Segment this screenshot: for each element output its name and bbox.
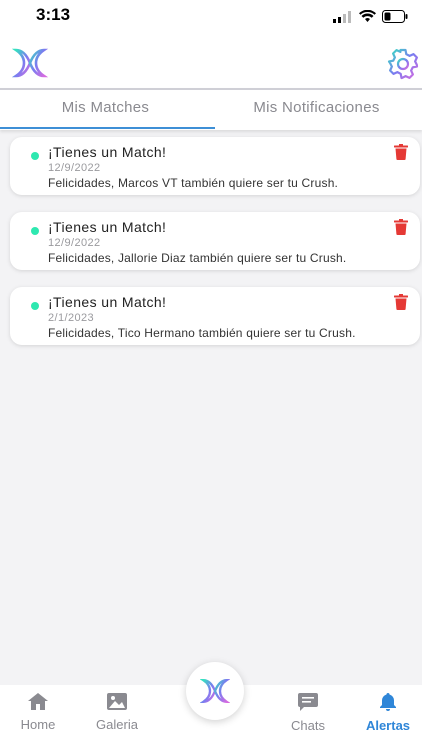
unread-dot — [31, 302, 39, 310]
notification-message: Felicidades, Tico Hermano también quiere… — [48, 326, 356, 340]
status-time: 3:13 — [36, 5, 71, 24]
notification-date: 12/9/2022 — [48, 237, 101, 249]
center-logo-button[interactable] — [186, 662, 244, 720]
status-icons — [333, 10, 408, 23]
wifi-icon — [359, 10, 376, 22]
unread-dot — [31, 152, 39, 160]
image-icon — [107, 693, 127, 710]
notification-title: ¡Tienes un Match! — [48, 219, 167, 235]
signal-icon — [333, 10, 351, 23]
gear-icon[interactable] — [386, 47, 420, 81]
notification-list: ¡Tienes un Match! 12/9/2022 Felicidades,… — [10, 137, 420, 362]
nav-home[interactable]: Home — [17, 693, 59, 732]
tab-bar: Mis Matches Mis Notificaciones — [0, 88, 422, 130]
notification-date: 2/1/2023 — [48, 312, 95, 324]
nav-chats-label: Chats — [291, 718, 325, 733]
notification-title: ¡Tienes un Match! — [48, 294, 167, 310]
bell-icon — [380, 693, 396, 711]
home-icon — [28, 693, 48, 710]
battery-icon — [382, 10, 408, 23]
butterfly-logo-icon — [200, 678, 230, 704]
trash-icon[interactable] — [394, 144, 408, 160]
tab-active-indicator — [0, 127, 215, 129]
notification-title: ¡Tienes un Match! — [48, 144, 167, 160]
app-header — [0, 40, 422, 88]
butterfly-logo-icon — [12, 48, 48, 78]
notification-date: 12/9/2022 — [48, 162, 101, 174]
nav-alertas[interactable]: Alertas — [362, 693, 414, 733]
nav-galeria-label: Galeria — [96, 717, 138, 732]
chat-icon — [298, 693, 318, 711]
notification-card[interactable]: ¡Tienes un Match! 12/9/2022 Felicidades,… — [10, 212, 420, 270]
trash-icon[interactable] — [394, 294, 408, 310]
nav-home-label: Home — [20, 717, 56, 732]
notification-card[interactable]: ¡Tienes un Match! 2/1/2023 Felicidades, … — [10, 287, 420, 345]
notification-message: Felicidades, Jallorie Diaz también quier… — [48, 251, 347, 265]
notification-message: Felicidades, Marcos VT también quiere se… — [48, 176, 339, 190]
trash-icon[interactable] — [394, 219, 408, 235]
tab-mis-matches[interactable]: Mis Matches — [0, 90, 211, 130]
status-bar: 3:13 — [0, 0, 422, 40]
notification-card[interactable]: ¡Tienes un Match! 12/9/2022 Felicidades,… — [10, 137, 420, 195]
nav-chats[interactable]: Chats — [286, 693, 330, 733]
nav-galeria[interactable]: Galeria — [92, 693, 142, 732]
nav-alertas-label: Alertas — [365, 718, 411, 733]
unread-dot — [31, 227, 39, 235]
tab-mis-notificaciones[interactable]: Mis Notificaciones — [211, 90, 422, 130]
